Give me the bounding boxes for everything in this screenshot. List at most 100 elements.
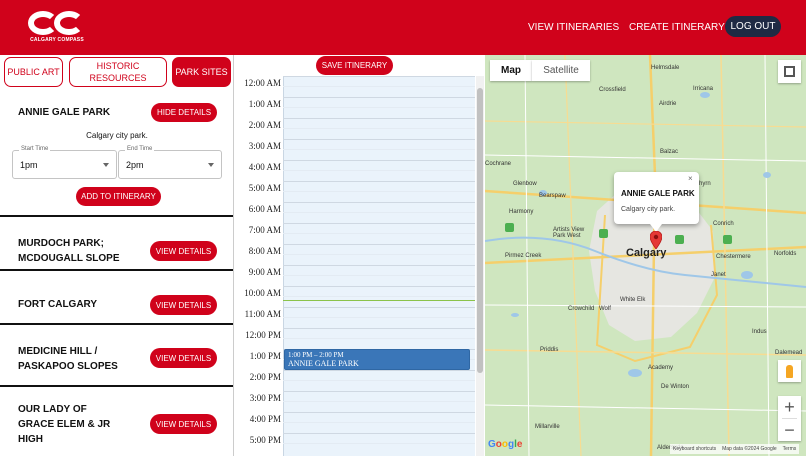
place-label: Crossfield	[599, 87, 626, 93]
nav-view-itineraries[interactable]: VIEW ITINERARIES	[528, 0, 619, 55]
map-attribution: Keyboard shortcuts Map data ©2024 Google…	[670, 444, 800, 454]
half-hour-line	[283, 296, 475, 297]
keyboard-shortcuts-link[interactable]: Keyboard shortcuts	[673, 446, 716, 452]
event-title: ANNIE GALE PARK	[288, 359, 359, 368]
end-time-label: End Time	[125, 146, 155, 152]
map-type-map-tab[interactable]: Map	[490, 60, 532, 81]
time-slot-label: 5:00 PM	[249, 435, 281, 445]
save-itinerary-button[interactable]: SAVE ITINERARY	[316, 56, 393, 75]
time-slot-label: 4:00 AM	[248, 162, 281, 172]
google-map[interactable]: Helmsdale Crossfield Airdrie Balzac Cochrane…	[485, 55, 806, 456]
app-root: CALGARY COMPASS VIEW ITINERARIES CREATE …	[0, 0, 806, 456]
calendar-event[interactable]: 1:00 PM – 2:00 PM ANNIE GALE PARK	[284, 349, 470, 370]
add-to-itinerary-button[interactable]: ADD TO ITINERARY	[76, 187, 161, 206]
divider	[0, 215, 233, 217]
half-hour-line	[283, 149, 475, 150]
half-hour-line	[283, 233, 475, 234]
park-name: OUR LADY OF GRACE ELEM & JR HIGH	[18, 404, 111, 445]
time-slot-line	[283, 391, 475, 392]
scrollbar-thumb[interactable]	[477, 88, 483, 373]
half-hour-line	[283, 86, 475, 87]
start-time-select[interactable]: Start Time 1pm	[12, 146, 117, 179]
time-slot-line	[283, 118, 475, 119]
half-hour-line	[283, 422, 475, 423]
time-slot-label: 3:00 AM	[248, 141, 281, 151]
half-hour-line	[283, 191, 475, 192]
place-label: De Winton	[661, 384, 690, 390]
logo-c-right	[54, 11, 84, 35]
place-label: Bearspaw	[539, 193, 566, 199]
half-hour-line	[283, 401, 475, 402]
calgary-compass-logo[interactable]: CALGARY COMPASS	[26, 9, 88, 45]
pegman-figure	[786, 364, 793, 378]
park-list-panel: PUBLIC ART HISTORIC RESOURCES PARK SITES…	[0, 55, 234, 456]
place-label: Norfolds	[774, 251, 797, 257]
time-slot-label: 9:00 AM	[248, 267, 281, 277]
calendar-day-column[interactable]	[283, 76, 475, 456]
close-icon[interactable]: ×	[688, 174, 693, 183]
divider	[0, 269, 233, 271]
info-window-desc: Calgary city park.	[621, 206, 676, 213]
time-slot-line	[283, 433, 475, 434]
half-hour-line	[283, 275, 475, 276]
street-view-pegman-icon[interactable]	[778, 360, 801, 382]
time-slot-label: 1:00 PM	[249, 351, 281, 361]
calendar-scrollbar[interactable]	[476, 76, 484, 456]
time-slot-line	[283, 244, 475, 245]
map-info-window: × ANNIE GALE PARK Calgary city park.	[614, 172, 699, 232]
time-slot-line	[283, 181, 475, 182]
time-slot-line	[283, 286, 475, 287]
half-hour-line	[283, 443, 475, 444]
place-label: Artists View Park West	[553, 227, 585, 239]
fullscreen-icon	[784, 66, 795, 77]
time-slot-label: 3:00 PM	[249, 393, 281, 403]
time-slot-label: 1:00 AM	[248, 99, 281, 109]
half-hour-line	[283, 107, 475, 108]
view-details-button[interactable]: VIEW DETAILS	[150, 414, 217, 434]
place-label: Priddis	[540, 347, 559, 353]
time-slot-line	[283, 139, 475, 140]
view-details-button[interactable]: VIEW DETAILS	[150, 241, 217, 261]
time-slot-label: 6:00 AM	[248, 204, 281, 214]
view-details-button[interactable]: VIEW DETAILS	[150, 348, 217, 368]
place-label: Millarville	[535, 424, 560, 430]
zoom-control: + −	[778, 396, 801, 441]
place-label: Wolf	[599, 306, 611, 312]
place-label: Cochrane	[485, 161, 512, 167]
category-historic-resources[interactable]: HISTORIC RESOURCES	[69, 57, 167, 87]
selected-park-name: ANNIE GALE PARK	[18, 107, 111, 118]
time-slot-label: 2:00 PM	[249, 372, 281, 382]
half-hour-line	[283, 380, 475, 381]
map-type-satellite-tab[interactable]: Satellite	[532, 60, 590, 81]
time-slot-label: 10:00 AM	[244, 288, 281, 298]
view-details-button[interactable]: VIEW DETAILS	[150, 295, 217, 315]
time-slot-line	[283, 412, 475, 413]
zoom-in-button[interactable]: +	[778, 396, 801, 418]
category-park-sites[interactable]: PARK SITES	[172, 57, 231, 87]
place-label: Glenbow	[513, 181, 537, 187]
google-logo: Google	[488, 439, 523, 450]
end-time-select[interactable]: End Time 2pm	[118, 146, 222, 179]
place-label: Airdrie	[659, 101, 677, 107]
zoom-out-button[interactable]: −	[778, 419, 801, 441]
selected-park-description: Calgary city park.	[86, 131, 148, 140]
time-slot-line	[283, 160, 475, 161]
nav-create-itinerary[interactable]: CREATE ITINERARY	[629, 0, 725, 55]
fullscreen-button[interactable]	[778, 60, 801, 83]
time-slot-label: 7:00 AM	[248, 225, 281, 235]
park-name: MURDOCH PARK; MCDOUGALL SLOPE	[18, 238, 120, 264]
hide-details-button[interactable]: HIDE DETAILS	[151, 103, 217, 122]
time-slot-line	[283, 202, 475, 203]
time-slot-line	[283, 307, 475, 308]
map-data-text: Map data ©2024 Google	[722, 446, 777, 452]
logout-button[interactable]: LOG OUT	[725, 16, 781, 37]
place-label: Crowchild	[568, 306, 595, 312]
half-hour-line	[283, 338, 475, 339]
terms-link[interactable]: Terms	[783, 446, 797, 452]
category-public-art[interactable]: PUBLIC ART	[4, 57, 63, 87]
half-hour-line	[283, 170, 475, 171]
place-label: Academy	[648, 365, 674, 371]
time-slot-label: 11:00 AM	[244, 309, 281, 319]
place-label: Balzac	[660, 149, 679, 155]
park-name: FORT CALGARY	[18, 299, 98, 310]
